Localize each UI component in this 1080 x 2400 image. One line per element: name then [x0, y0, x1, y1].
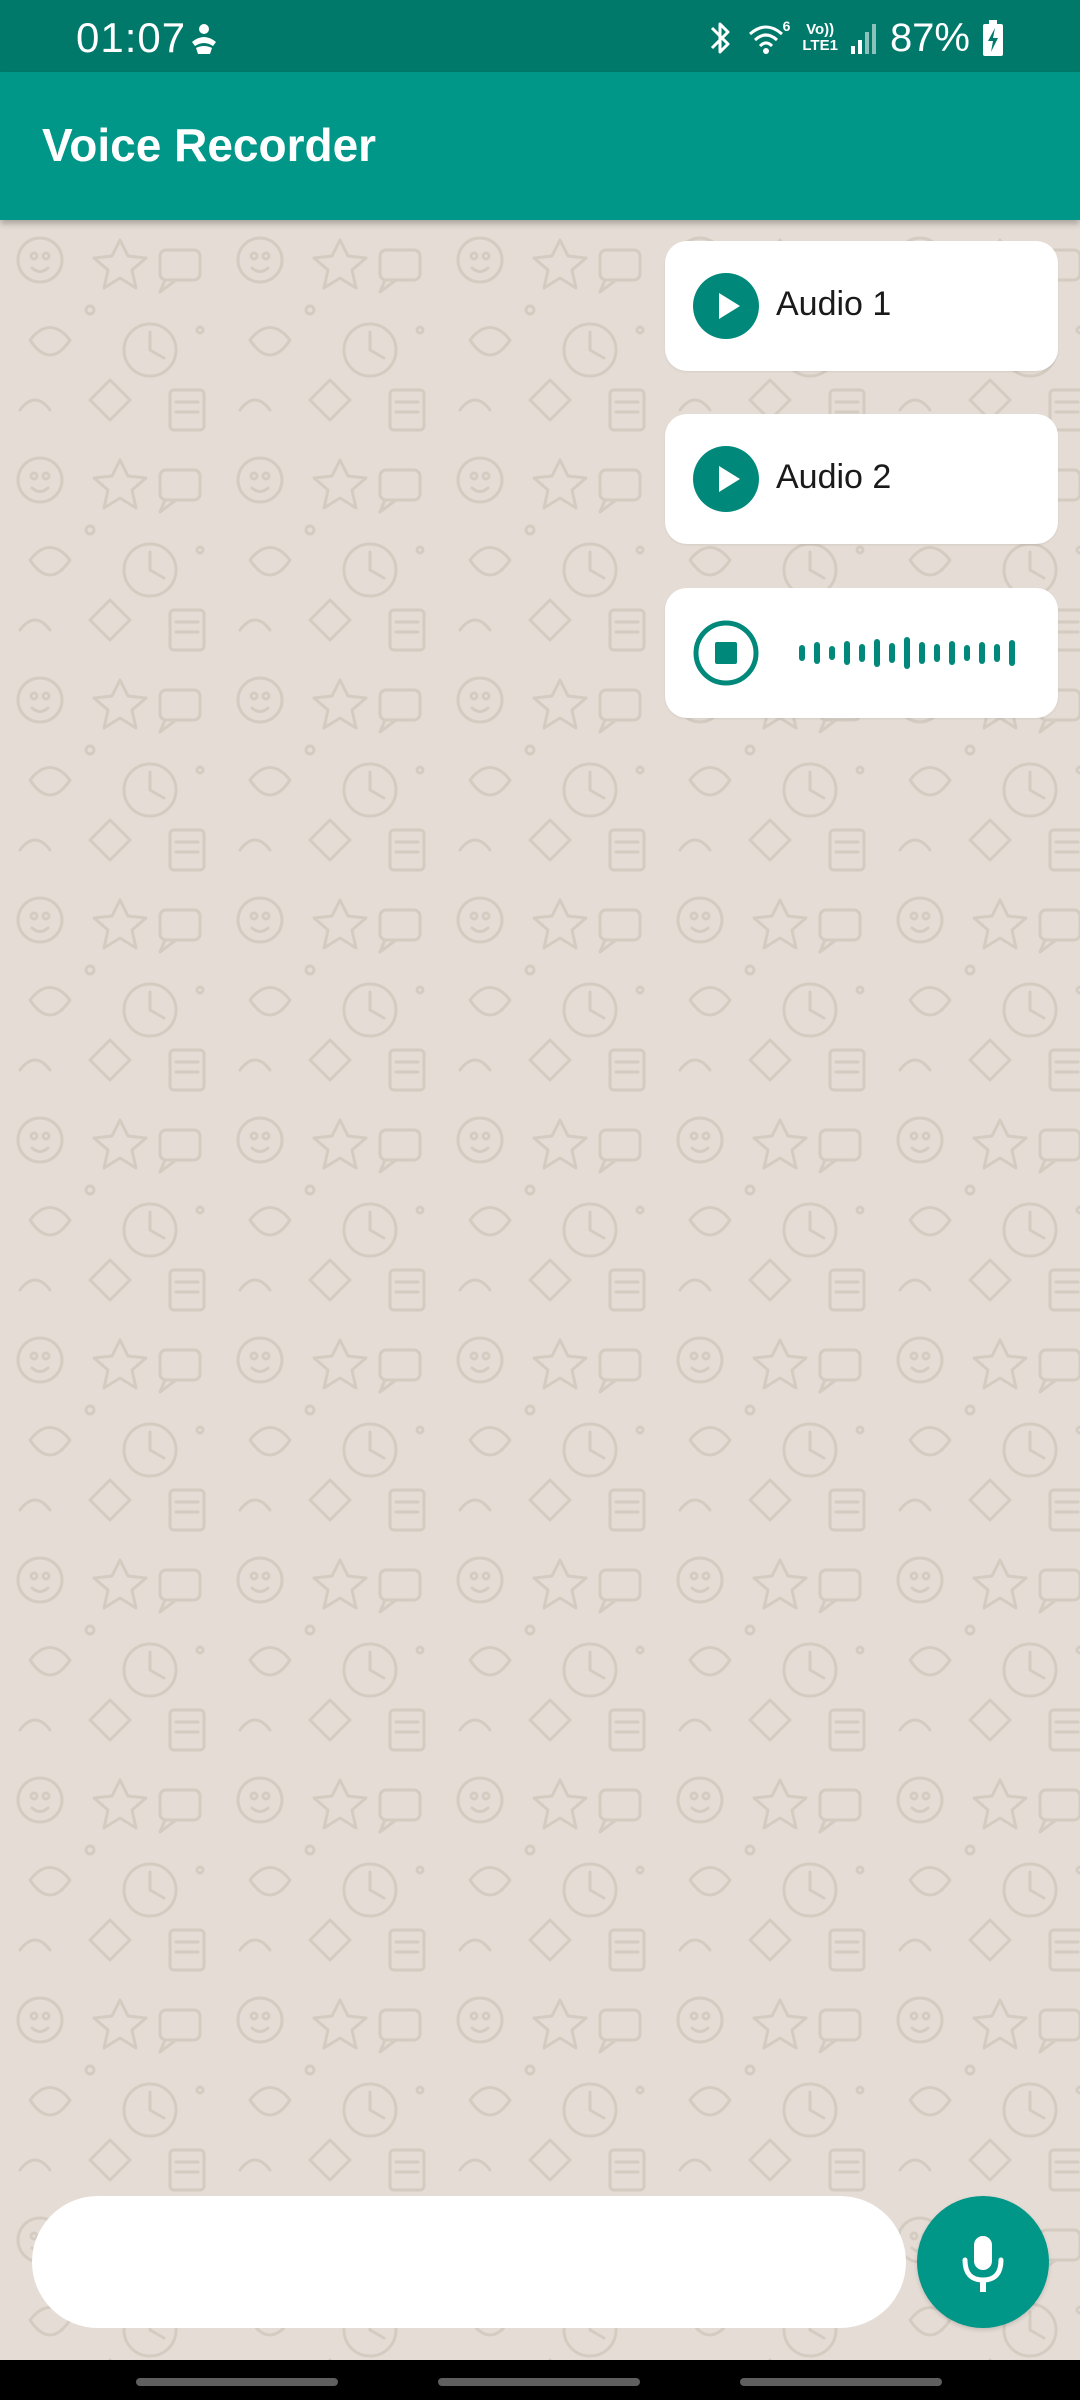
app-bar: Voice Recorder: [0, 72, 1080, 220]
navigation-bar: [0, 2360, 1080, 2400]
stop-icon: [693, 620, 759, 686]
play-icon: [719, 293, 740, 319]
message-input[interactable]: [32, 2196, 906, 2328]
wifi-badge: 6: [782, 18, 791, 34]
status-icons: 6 Vo)) LTE1 87%: [706, 12, 1004, 64]
wifi-icon: 6: [746, 18, 790, 58]
page-title: Voice Recorder: [42, 119, 377, 171]
status-time: 01:07: [76, 14, 187, 61]
mic-button[interactable]: [917, 2196, 1049, 2328]
audio-label: Audio 2: [776, 458, 892, 496]
play-icon: [719, 466, 740, 492]
nav-recents-handle[interactable]: [740, 2378, 942, 2386]
play-button[interactable]: [693, 273, 759, 339]
volte-icon: Vo)) LTE1: [802, 22, 838, 54]
nav-home-handle[interactable]: [438, 2378, 640, 2386]
signal-icon: [850, 20, 878, 56]
nav-back-handle[interactable]: [136, 2378, 338, 2386]
waveform-icon: [799, 637, 1015, 669]
audio-label: Audio 1: [776, 285, 892, 323]
stop-button[interactable]: [691, 618, 761, 688]
volte-label-top: Vo)): [806, 21, 835, 38]
mic-icon: [962, 2236, 1004, 2292]
recording-bubble: [665, 588, 1058, 718]
app-notification-icon: [186, 22, 222, 58]
bluetooth-icon: [706, 18, 734, 58]
screen: 01:07 6 Vo)) LTE1 87% Voice Recorder Aud…: [0, 0, 1080, 2400]
audio-message-bubble[interactable]: Audio 1: [665, 241, 1058, 371]
battery-charging-icon: [982, 19, 1004, 57]
status-bar: 01:07 6 Vo)) LTE1 87%: [0, 0, 1080, 72]
battery-percentage: 87%: [889, 16, 970, 60]
play-button[interactable]: [693, 446, 759, 512]
audio-message-bubble[interactable]: Audio 2: [665, 414, 1058, 544]
volte-label-bottom: LTE1: [802, 37, 838, 54]
